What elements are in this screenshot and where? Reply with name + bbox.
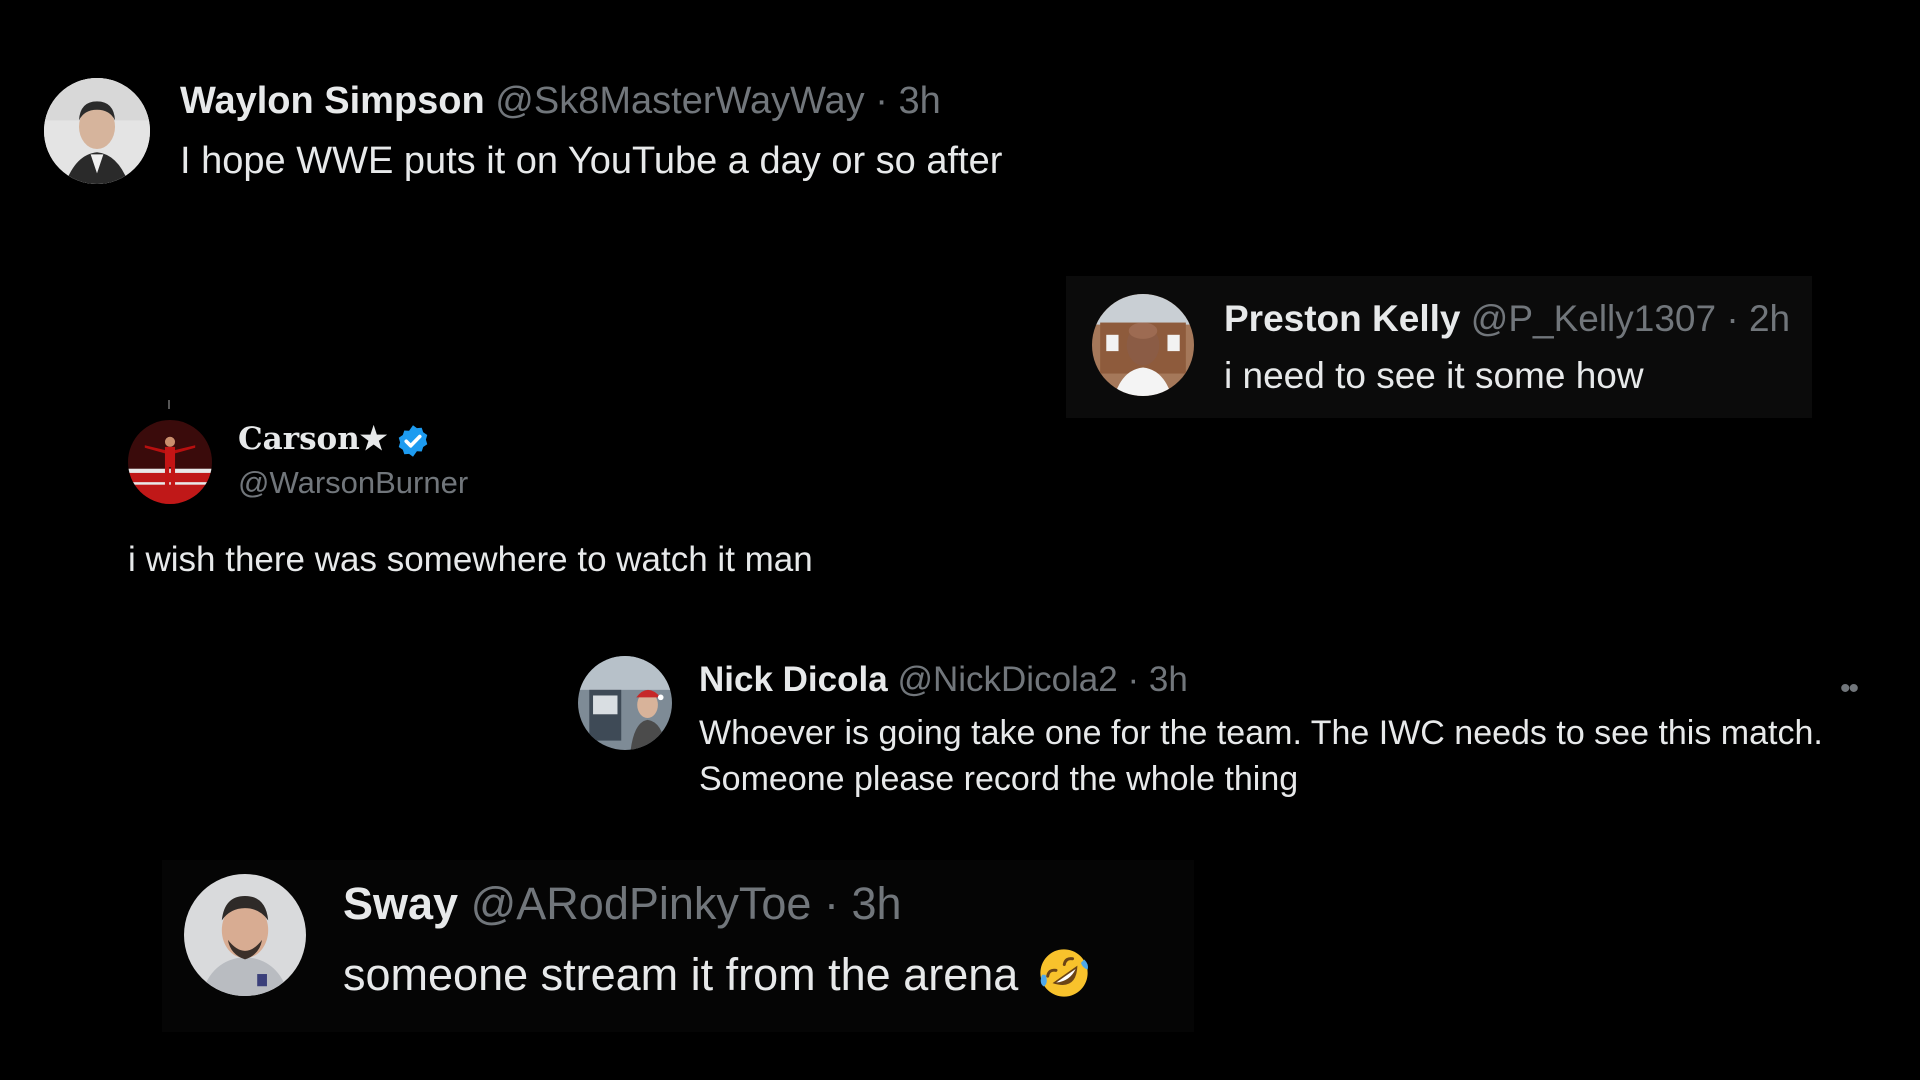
user-handle[interactable]: @WarsonBurner: [238, 465, 468, 501]
post-text: i need to see it some how: [1224, 355, 1644, 396]
separator-dot: ·: [875, 80, 888, 122]
avatar-preston-icon: [1092, 294, 1194, 396]
verified-badge-icon: [398, 425, 428, 457]
avatar[interactable]: [44, 78, 150, 184]
display-name[interactable]: Waylon Simpson: [180, 80, 485, 122]
timestamp[interactable]: 3h: [851, 878, 901, 929]
display-name[interactable]: Sway: [343, 878, 458, 929]
avatar-sway-icon: [184, 874, 306, 996]
user-handle[interactable]: @NickDicola2: [897, 660, 1117, 699]
post-text: i wish there was somewhere to watch it m…: [128, 540, 813, 579]
timestamp[interactable]: 2h: [1749, 298, 1790, 339]
post-text-container: someone stream it from the arena: [343, 946, 1091, 1001]
post-text: someone stream it from the arena: [343, 949, 1019, 1000]
thread-line: [168, 400, 170, 409]
avatar[interactable]: [128, 420, 212, 504]
post-text-line-1: Whoever is going take one for the team. …: [699, 714, 1823, 752]
avatar-nick-icon: [578, 656, 672, 750]
display-name[interactable]: Nick Dicola: [699, 660, 888, 699]
user-handle[interactable]: @ARodPinkyToe: [471, 878, 812, 929]
separator-dot: ·: [1127, 660, 1140, 699]
timestamp[interactable]: 3h: [1149, 660, 1188, 699]
user-handle[interactable]: @Sk8MasterWayWay: [495, 80, 864, 122]
avatar[interactable]: [184, 874, 306, 996]
post-text-line-2: Someone please record the whole thing: [699, 760, 1299, 798]
rolling-on-floor-laughing-emoji-icon: [1040, 949, 1088, 997]
avatar[interactable]: [578, 656, 672, 750]
post-header: Preston Kelly @P_Kelly1307 · 2h: [1224, 298, 1790, 340]
separator-dot: ·: [823, 878, 839, 929]
display-name[interactable]: Carson★: [238, 421, 388, 457]
separator-dot: ·: [1726, 298, 1739, 339]
display-name[interactable]: Preston Kelly: [1224, 298, 1460, 339]
avatar-carson-icon: [128, 420, 212, 504]
post-text: I hope WWE puts it on YouTube a day or s…: [180, 140, 1003, 182]
user-handle[interactable]: @P_Kelly1307: [1471, 298, 1716, 339]
post-header: Sway @ARodPinkyToe · 3h: [343, 878, 902, 930]
post-header: Waylon Simpson @Sk8MasterWayWay · 3h: [180, 80, 941, 123]
timestamp[interactable]: 3h: [898, 80, 940, 122]
post-header: Nick Dicola @NickDicola2 · 3h: [699, 660, 1188, 700]
more-options-icon[interactable]: ••: [1840, 672, 1859, 706]
avatar[interactable]: [1092, 294, 1194, 396]
avatar-waylon-icon: [44, 78, 150, 184]
